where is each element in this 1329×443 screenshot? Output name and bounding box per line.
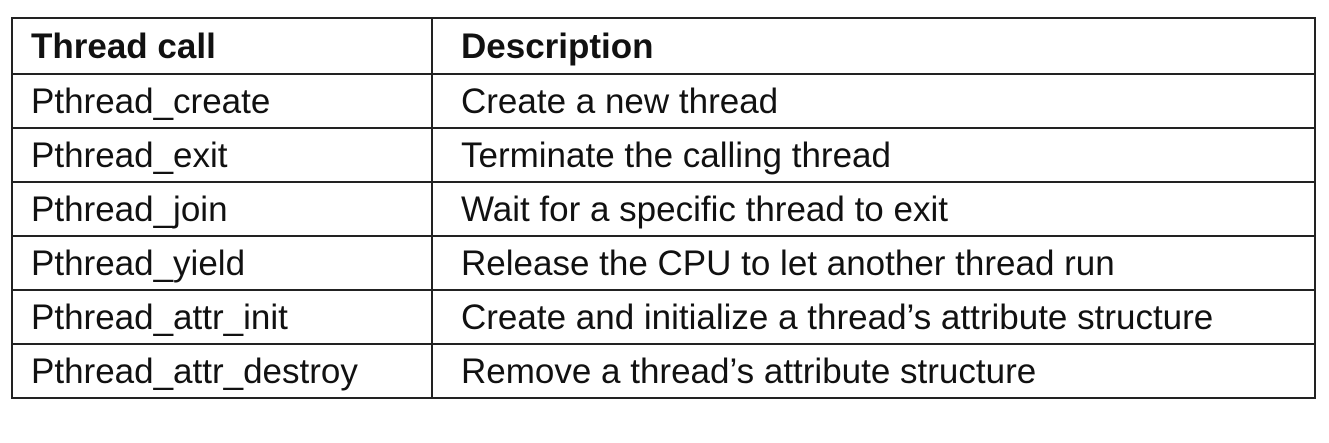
thread-call-cell: Pthread_join xyxy=(11,181,433,237)
table-header-row: Thread call Description xyxy=(11,17,1316,75)
thread-call-cell: Pthread_create xyxy=(11,73,433,129)
table-row: Pthread_exit Terminate the calling threa… xyxy=(11,127,1316,183)
table-row: Pthread_attr_init Create and initialize … xyxy=(11,289,1316,345)
description-cell: Wait for a specific thread to exit xyxy=(431,181,1316,237)
description-cell: Remove a thread’s attribute structure xyxy=(431,343,1316,399)
description-cell: Create and initialize a thread’s attribu… xyxy=(431,289,1316,345)
description-cell: Terminate the calling thread xyxy=(431,127,1316,183)
thread-call-cell: Pthread_attr_init xyxy=(11,289,433,345)
header-description: Description xyxy=(431,17,1316,75)
table-row: Pthread_join Wait for a specific thread … xyxy=(11,181,1316,237)
thread-call-cell: Pthread_attr_destroy xyxy=(11,343,433,399)
table-row: Pthread_yield Release the CPU to let ano… xyxy=(11,235,1316,291)
thread-call-cell: Pthread_yield xyxy=(11,235,433,291)
thread-calls-table: Thread call Description Pthread_create C… xyxy=(11,17,1316,399)
description-cell: Release the CPU to let another thread ru… xyxy=(431,235,1316,291)
description-cell: Create a new thread xyxy=(431,73,1316,129)
thread-call-cell: Pthread_exit xyxy=(11,127,433,183)
table-row: Pthread_create Create a new thread xyxy=(11,73,1316,129)
header-thread-call: Thread call xyxy=(11,17,433,75)
table-row: Pthread_attr_destroy Remove a thread’s a… xyxy=(11,343,1316,399)
